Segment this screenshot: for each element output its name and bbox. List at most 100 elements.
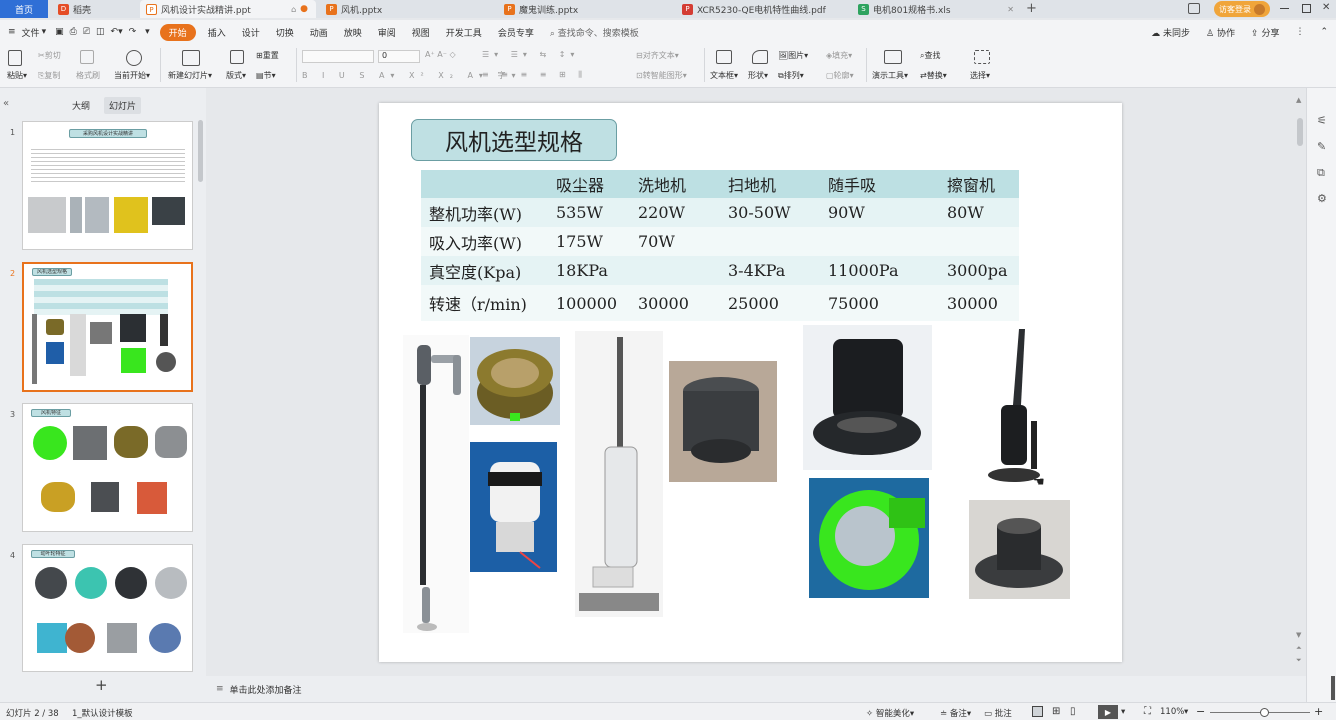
- menu-slideshow[interactable]: 放映: [336, 26, 370, 39]
- font-size-input[interactable]: 0: [378, 50, 420, 63]
- arrange-button[interactable]: ⧉ 排列 ▾: [778, 70, 804, 81]
- sync-status[interactable]: ☁ 未同步: [1143, 26, 1198, 39]
- find-button[interactable]: ⌕ 查找: [920, 50, 940, 61]
- format-painter-icon[interactable]: [80, 50, 94, 64]
- menu-developer[interactable]: 开发工具: [438, 26, 490, 39]
- scroll-thumb[interactable]: [1297, 118, 1303, 146]
- print-icon[interactable]: ⎚: [80, 27, 93, 37]
- login-button[interactable]: 访客登录: [1214, 1, 1270, 17]
- reset-button[interactable]: ⊞ 重置: [256, 50, 279, 61]
- close-tab-icon[interactable]: ✕: [1007, 5, 1014, 14]
- motor-base-photo[interactable]: [969, 500, 1070, 599]
- collapse-pane-icon[interactable]: «: [3, 98, 9, 109]
- present-tools-button[interactable]: 演示工具 ▾: [872, 70, 908, 81]
- section-button[interactable]: ▤ 节 ▾: [256, 70, 276, 81]
- tab-ppt-2[interactable]: P 风机.pptx: [320, 0, 494, 18]
- floor-washer-photo[interactable]: [575, 331, 663, 617]
- menu-design[interactable]: 设计: [234, 26, 268, 39]
- comments-button[interactable]: ▭ 批注: [984, 707, 1012, 719]
- collab-button[interactable]: ♙ 协作: [1198, 26, 1243, 39]
- customize-chevron-icon[interactable]: ▾: [139, 27, 156, 37]
- pane-scrollbar[interactable]: [198, 120, 203, 182]
- print-preview-icon[interactable]: ◫: [93, 27, 108, 37]
- slide-thumbnail-1[interactable]: 采购风机设计实战精讲: [22, 121, 193, 250]
- present-tools-icon[interactable]: [884, 50, 902, 64]
- more-icon[interactable]: ⋮: [1287, 27, 1312, 37]
- paste-button[interactable]: 粘贴 ▾: [7, 70, 27, 81]
- hamburger-icon[interactable]: ≡: [0, 27, 20, 37]
- settings-icon[interactable]: ⚙: [1317, 192, 1327, 205]
- tab-home[interactable]: 首页: [0, 0, 48, 18]
- paragraph-row-1[interactable]: ☰▾ ☰▾ ⇆ ↕▾: [482, 50, 579, 59]
- slide-thumbnail-3[interactable]: 风机特征: [22, 403, 193, 532]
- align-text-button[interactable]: ⊟ 对齐文本 ▾: [636, 50, 679, 61]
- pen-icon[interactable]: ✎: [1317, 140, 1326, 153]
- menu-home[interactable]: 开始: [159, 23, 196, 41]
- zoom-level[interactable]: 110%: [1160, 707, 1184, 717]
- close-window-icon[interactable]: ✕: [1322, 2, 1330, 13]
- zoom-in-button[interactable]: +: [1314, 705, 1323, 718]
- blower-fan-photo[interactable]: [809, 478, 929, 598]
- new-tab-button[interactable]: +: [1026, 1, 1037, 16]
- new-slide-icon[interactable]: [182, 50, 200, 66]
- fan-housing-photo[interactable]: [669, 361, 777, 482]
- tab-pdf[interactable]: P XCR5230-QE电机特性曲线.pdf: [676, 0, 848, 18]
- paste-icon[interactable]: [8, 50, 22, 66]
- smartart-button[interactable]: ⊡ 转智能图形 ▾: [636, 70, 687, 81]
- layout-button[interactable]: 版式 ▾: [226, 70, 246, 81]
- tab-docer[interactable]: D 稻壳: [52, 0, 136, 18]
- pin-icon[interactable]: ⌂: [291, 5, 296, 14]
- slide-thumbnail-4[interactable]: 动叶轮特征: [22, 544, 193, 672]
- scroll-down-icon[interactable]: ▼: [1296, 631, 1301, 639]
- textbox-icon[interactable]: [716, 50, 732, 64]
- notes-bar[interactable]: ≡ 单击此处添加备注: [206, 676, 1306, 702]
- vertical-scrollbar[interactable]: ▲ ▼ ⏶ ⏷: [1296, 96, 1304, 670]
- menu-view[interactable]: 视图: [404, 26, 438, 39]
- command-search[interactable]: ⌕ 查找命令、搜索模板: [542, 26, 647, 39]
- handheld-vacuum-photo[interactable]: [977, 325, 1047, 490]
- sliders-icon[interactable]: ⚟: [1317, 114, 1327, 127]
- tab-xls[interactable]: S 电机801规格书.xls ✕: [852, 0, 1020, 18]
- file-menu[interactable]: 文件: [20, 26, 42, 39]
- chevron-down-icon[interactable]: ▾: [42, 27, 53, 37]
- export-pdf-icon[interactable]: ⎙: [67, 27, 80, 37]
- slideshow-chevron-icon[interactable]: ▾: [1121, 707, 1125, 717]
- sorter-view-icon[interactable]: ⊞: [1052, 706, 1060, 717]
- stick-vacuum-photo[interactable]: [403, 335, 469, 633]
- shapes-icon[interactable]: [752, 50, 768, 64]
- outline-button[interactable]: ▢ 轮廓 ▾: [826, 70, 854, 81]
- reading-view-icon[interactable]: ▯: [1070, 706, 1076, 717]
- share-button[interactable]: ⇪ 分享: [1243, 26, 1287, 39]
- motor-photo[interactable]: [470, 442, 557, 572]
- redo-icon[interactable]: ↷: [126, 27, 140, 37]
- menu-animation[interactable]: 动画: [302, 26, 336, 39]
- maximize-icon[interactable]: [1302, 4, 1311, 13]
- play-slideshow-button[interactable]: ▶: [1098, 705, 1118, 719]
- spec-table[interactable]: 吸尘器 洗地机 扫地机 随手吸 擦窗机 整机功率(W) 535W 220W 30…: [421, 170, 1019, 321]
- normal-view-icon[interactable]: [1032, 706, 1043, 717]
- replace-button[interactable]: ⇄ 替换 ▾: [920, 70, 947, 81]
- scroll-up-icon[interactable]: ▲: [1296, 96, 1301, 104]
- zoom-chevron-icon[interactable]: ▾: [1184, 707, 1188, 717]
- tab-slides[interactable]: 幻灯片: [104, 97, 142, 114]
- window-layout-icon[interactable]: [1188, 3, 1200, 14]
- fit-window-icon[interactable]: ⛶: [1144, 706, 1151, 717]
- robot-vacuum-photo[interactable]: [803, 325, 932, 470]
- menu-transition[interactable]: 切换: [268, 26, 302, 39]
- new-slide-button[interactable]: 新建幻灯片 ▾: [168, 70, 212, 81]
- fill-button[interactable]: ◈ 填充 ▾: [826, 50, 852, 61]
- notes-toggle-button[interactable]: ≐ 备注▾: [940, 707, 971, 719]
- tab-ppt-3[interactable]: P 魔鬼训练.pptx: [498, 0, 672, 18]
- picture-button[interactable]: 🖼 图片 ▾: [778, 50, 808, 61]
- next-slide-icon[interactable]: ⏷: [1296, 656, 1302, 665]
- slide-thumbnail-2[interactable]: 风机选型规格: [22, 262, 193, 392]
- collapse-ribbon-icon[interactable]: ⌃: [1312, 27, 1336, 37]
- zoom-slider[interactable]: [1210, 708, 1310, 717]
- zoom-slider-thumb[interactable]: [1260, 708, 1269, 717]
- play-from-current-button[interactable]: 当前开始 ▾: [114, 70, 150, 81]
- layout-icon[interactable]: [230, 50, 244, 64]
- beautify-button[interactable]: ✧ 智能美化▾: [866, 707, 914, 719]
- save-icon[interactable]: ▣: [52, 27, 67, 37]
- paragraph-row-2[interactable]: ≡ ≡ ≡ ≡ ⊞ ⫼: [482, 70, 587, 80]
- tab-outline[interactable]: 大纲: [72, 99, 90, 112]
